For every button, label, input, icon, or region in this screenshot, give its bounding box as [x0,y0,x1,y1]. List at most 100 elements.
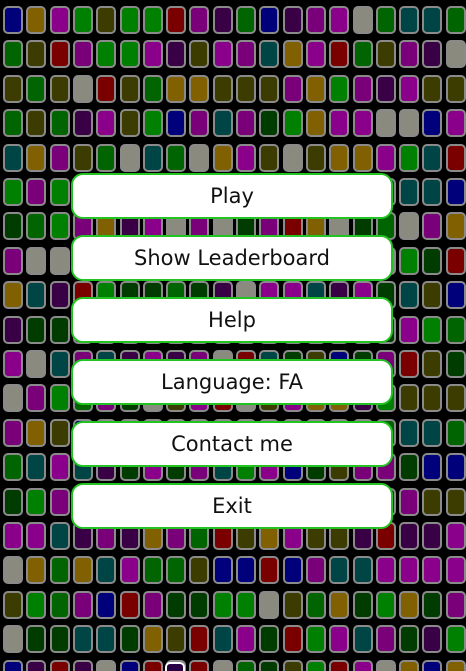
tile [422,418,443,447]
tile [445,453,466,482]
tile [445,384,466,413]
tile [375,556,396,585]
tile [142,74,163,103]
tile [236,659,256,671]
tile [96,659,117,671]
tile [305,40,326,69]
tile [96,556,117,585]
tile [26,74,47,103]
tile [399,281,420,310]
tile [422,453,443,482]
tile [3,487,23,516]
tile [49,212,70,241]
tile [49,418,70,447]
tile [329,625,350,654]
tile [422,40,443,69]
tile [445,6,466,34]
tile [445,212,466,241]
tile [305,143,326,172]
tile [282,109,303,138]
tile [329,40,350,69]
tile [72,590,93,619]
tile [399,6,420,34]
tile [96,40,117,69]
tile [352,74,373,103]
exit-button[interactable]: Exit [71,483,393,529]
tile [352,556,373,585]
tile [399,212,420,241]
tile [166,74,187,103]
tile [399,178,420,206]
tile [49,659,70,671]
tile [212,659,233,671]
tile [26,590,47,619]
tile [26,281,47,310]
tile [329,74,350,103]
tile [445,178,466,206]
tile [259,556,280,585]
tile [49,556,70,585]
tile [422,6,443,34]
tile [236,74,256,103]
tile [352,40,373,69]
tile [3,246,23,275]
tile [375,590,396,619]
tile [26,487,47,516]
tile [236,625,256,654]
game-screen: Play Show Leaderboard Help Language: FA … [0,0,466,671]
tile [166,143,187,172]
tile [26,453,47,482]
tile [422,109,443,138]
tile [422,178,443,206]
language-button[interactable]: Language: FA [71,359,393,405]
tile [259,659,280,671]
tile [212,40,233,69]
show-leaderboard-button[interactable]: Show Leaderboard [71,235,393,281]
tile [3,384,23,413]
tile [236,109,256,138]
tile [49,143,70,172]
tile [329,590,350,619]
tile [26,350,47,378]
help-button[interactable]: Help [71,297,393,343]
tile [49,487,70,516]
tile [399,453,420,482]
tile [3,453,23,482]
tile [49,178,70,206]
tile [119,590,140,619]
tile [49,590,70,619]
tile [119,143,140,172]
tile [166,625,187,654]
tile [142,40,163,69]
play-button[interactable]: Play [71,173,393,219]
tile [189,556,210,585]
tile [399,556,420,585]
tile [142,6,163,34]
tile [49,6,70,34]
tile [352,590,373,619]
tile [189,109,210,138]
tile [119,40,140,69]
tile [72,6,93,34]
tile [3,6,23,34]
tile [305,625,326,654]
tile [96,6,117,34]
tile [212,590,233,619]
tile [422,74,443,103]
tile [3,625,23,654]
tile [212,143,233,172]
tile [3,40,23,69]
tile [329,6,350,34]
tile [422,143,443,172]
contact-me-button[interactable]: Contact me [71,421,393,467]
tile [329,143,350,172]
tile [119,659,140,671]
tile [399,350,420,378]
tile [142,625,163,654]
tile [3,178,23,206]
tile [96,109,117,138]
tile [49,74,70,103]
tile [422,384,443,413]
tile [72,625,93,654]
tile [445,625,466,654]
